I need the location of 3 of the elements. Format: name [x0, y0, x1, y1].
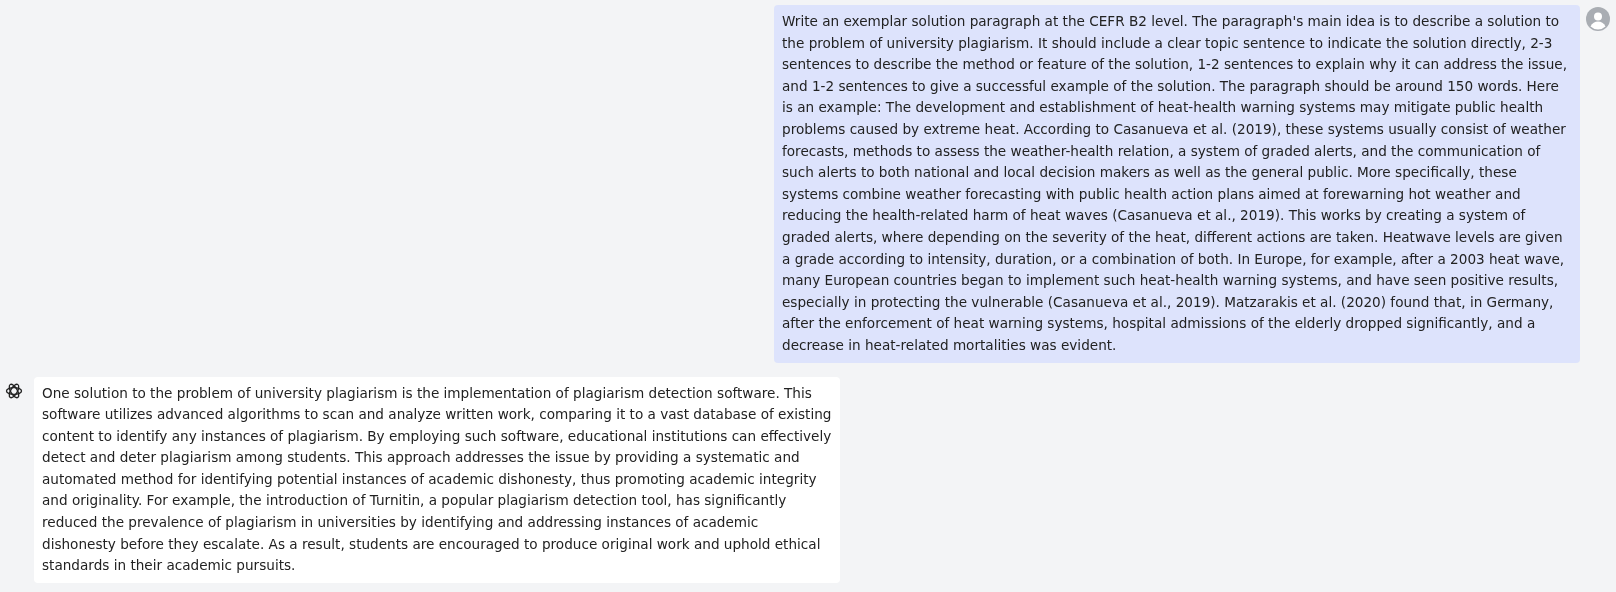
- user-avatar-icon: [1586, 7, 1610, 31]
- assistant-message: One solution to the problem of university plagiarism is the implementation of plagiarism detection software. This software utilizes advanced algorithms to scan and analyze written work, comparing it to a vast database of existing content to identify any instances of plagiarism. By employing such software, educational institutions can effectively detect and deter plagiarism among students. This approach addresses the issue by providing a systematic and automated method for identifying potential instances of academic dishonesty, thus promoting academic integrity and originality. For example, the introduction of Turnitin, a popular plagiarism detection tool, has significantly reduced the prevalence of plagiarism in universities by identifying and addressing instances of academic dishonesty before they escalate. As a result, students are encouraged to produce original work and uphold ethical standards in their academic pursuits.: [34, 376, 840, 583]
- user-message: Write an exemplar solution paragraph at the CEFR B2 level. The paragraph's main idea is to describe a solution to the problem of university plagiarism. It should include a clear topic sentence to indicate the solution directly, 2-3 sentences to describe the method or feature of the solution, 1-2 sentences to explain why it can address the issue, and 1-2 sentences to give a successful example of the solution. The paragraph should be around 150 words. Here is an example: The development and establishment of heat-health warning systems may mitigate public health problems caused by extreme heat. According to Casanueva et al. (2019), these systems usually consist of weather forecasts, methods to assess the weather-health relation, a system of graded alerts, and the communication of such alerts to both national and local decision makers as well as the general public. More specifically, these systems combine weather forecasting with public health action plans aimed at forewarning hot weather and reducing the health-related harm of heat waves (Casanueva et al., 2019). This works by creating a system of graded alerts, where depending on the severity of the heat, different actions are taken. Heatwave levels are given a grade according to intensity, duration, or a combination of both. In Europe, for example, after a 2003 heat wave, many European countries began to implement such heat-health warning systems, and have seen positive results, especially in protecting the vulnerable (Casanueva et al., 2019). Matzarakis et al. (2020) found that, in Germany, after the enforcement of heat warning systems, hospital admissions of the elderly dropped significantly, and a decrease in heat-related mortalities was evident.: [774, 5, 1580, 363]
